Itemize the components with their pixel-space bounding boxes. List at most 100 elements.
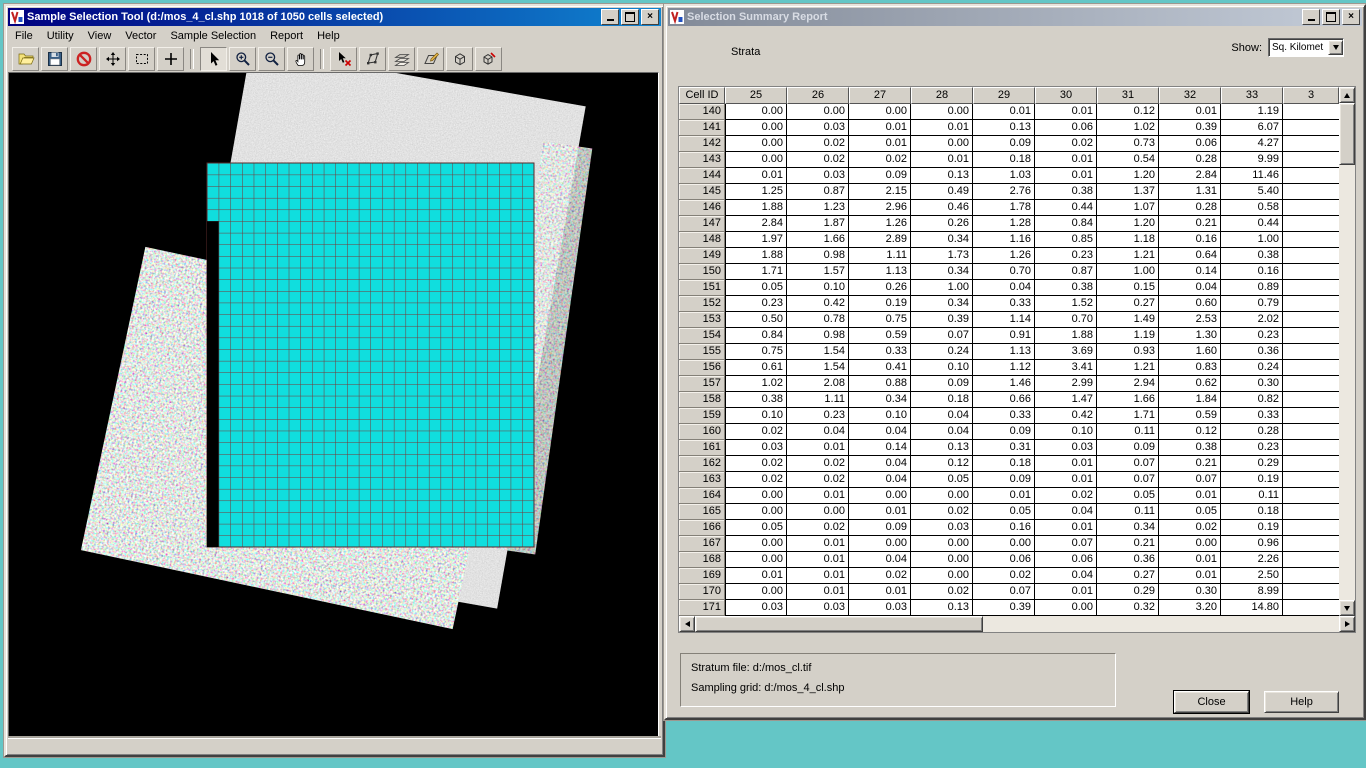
menu-file[interactable]: File (8, 27, 40, 45)
table-row[interactable]: 1420.000.020.010.000.090.020.730.064.27 (679, 136, 1339, 152)
minimize-button[interactable] (1302, 9, 1320, 25)
table-row[interactable]: 1571.022.080.880.091.462.992.940.620.30 (679, 376, 1339, 392)
cube-measure-button[interactable] (475, 47, 502, 71)
scroll-right-button[interactable] (1339, 616, 1355, 632)
minimize-button[interactable] (601, 9, 619, 25)
horizontal-scroll-track[interactable] (983, 616, 1339, 632)
table-row[interactable]: 1472.841.871.260.261.280.841.200.210.44 (679, 216, 1339, 232)
column-header[interactable]: 32 (1159, 87, 1221, 104)
menu-help[interactable]: Help (310, 27, 347, 45)
column-header[interactable]: 30 (1035, 87, 1097, 104)
table-row[interactable]: 1630.020.020.040.050.090.010.070.070.19 (679, 472, 1339, 488)
close-window-button[interactable]: × (641, 9, 659, 25)
cell-value: 1.12 (973, 360, 1035, 376)
fit-window-button[interactable] (99, 47, 126, 71)
pan-button[interactable] (287, 47, 314, 71)
column-header[interactable]: 26 (787, 87, 849, 104)
table-row[interactable]: 1510.050.100.261.000.040.380.150.040.89 (679, 280, 1339, 296)
region-button[interactable] (417, 47, 444, 71)
select-extent-button[interactable] (128, 47, 155, 71)
dropdown-arrow-icon[interactable] (1328, 40, 1343, 55)
table-row[interactable]: 1700.000.010.010.020.070.010.290.308.99 (679, 584, 1339, 600)
horizontal-scrollbar[interactable] (679, 616, 1355, 632)
table-row[interactable]: 1491.880.981.111.731.260.231.210.640.38 (679, 248, 1339, 264)
horizontal-scroll-thumb[interactable] (695, 616, 983, 632)
table-row[interactable]: 1400.000.000.000.000.010.010.120.011.19 (679, 104, 1339, 120)
report-titlebar[interactable]: Selection Summary Report × (668, 8, 1362, 26)
column-header[interactable]: 28 (911, 87, 973, 104)
zoom-in-button[interactable] (229, 47, 256, 71)
cell-value-clipped (1283, 568, 1339, 584)
scroll-up-button[interactable] (1339, 87, 1355, 103)
table-row[interactable]: 1461.881.232.960.461.780.441.070.280.58 (679, 200, 1339, 216)
vertical-scrollbar[interactable] (1339, 87, 1355, 616)
menu-report[interactable]: Report (263, 27, 310, 45)
column-header[interactable]: 25 (725, 87, 787, 104)
table-row[interactable]: 1620.020.020.040.120.180.010.070.210.29 (679, 456, 1339, 472)
pointer-button[interactable] (200, 47, 227, 71)
table-row[interactable]: 1430.000.020.020.010.180.010.540.289.99 (679, 152, 1339, 168)
cube-button[interactable] (446, 47, 473, 71)
table-row[interactable]: 1451.250.872.150.492.760.381.371.315.40 (679, 184, 1339, 200)
table-row[interactable]: 1600.020.040.040.040.090.100.110.120.28 (679, 424, 1339, 440)
maximize-button[interactable] (621, 9, 639, 25)
help-button[interactable]: Help (1264, 691, 1339, 713)
zoom-out-button[interactable] (258, 47, 285, 71)
map-canvas[interactable] (8, 72, 659, 737)
vertical-scroll-track[interactable] (1339, 165, 1355, 600)
scroll-down-button[interactable] (1339, 600, 1355, 616)
table-row[interactable]: 1410.000.030.010.010.130.061.020.396.07 (679, 120, 1339, 136)
table-row[interactable]: 1660.050.020.090.030.160.010.340.020.19 (679, 520, 1339, 536)
deselect-cells-button[interactable] (330, 47, 357, 71)
units-dropdown[interactable]: Sq. Kilomet (1268, 38, 1344, 57)
menu-view[interactable]: View (81, 27, 119, 45)
table-row[interactable]: 1710.030.030.030.130.390.000.323.2014.80 (679, 600, 1339, 616)
table-row[interactable]: 1501.711.571.130.340.700.871.000.140.16 (679, 264, 1339, 280)
column-header[interactable]: Cell ID (679, 87, 725, 104)
table-row[interactable]: 1481.971.662.890.341.160.851.180.161.00 (679, 232, 1339, 248)
table-row[interactable]: 1670.000.010.000.000.000.070.210.000.96 (679, 536, 1339, 552)
maximize-button[interactable] (1322, 9, 1340, 25)
cell-id: 142 (679, 136, 725, 152)
table-row[interactable]: 1680.000.010.040.000.060.060.360.012.26 (679, 552, 1339, 568)
column-header[interactable]: 27 (849, 87, 911, 104)
menu-sample-selection[interactable]: Sample Selection (163, 27, 263, 45)
table-row[interactable]: 1610.030.010.140.130.310.030.090.380.23 (679, 440, 1339, 456)
column-header[interactable]: 3 (1283, 87, 1339, 104)
menu-vector[interactable]: Vector (118, 27, 163, 45)
layers-button[interactable] (388, 47, 415, 71)
table-row[interactable]: 1520.230.420.190.340.331.520.270.600.79 (679, 296, 1339, 312)
column-header[interactable]: 29 (973, 87, 1035, 104)
polygon-button[interactable] (359, 47, 386, 71)
table-row[interactable]: 1690.010.010.020.000.020.040.270.012.50 (679, 568, 1339, 584)
vertical-scroll-thumb[interactable] (1339, 103, 1355, 165)
close-button[interactable]: Close (1174, 691, 1249, 713)
table-row[interactable]: 1590.100.230.100.040.330.421.710.590.33 (679, 408, 1339, 424)
stop-button[interactable] (70, 47, 97, 71)
crosshair-button[interactable] (157, 47, 184, 71)
table-row[interactable]: 1550.751.540.330.241.133.690.931.600.36 (679, 344, 1339, 360)
open-button[interactable] (12, 47, 39, 71)
summary-table-body[interactable]: 1400.000.000.000.000.010.010.120.011.191… (679, 104, 1339, 616)
menu-utility[interactable]: Utility (40, 27, 81, 45)
table-row[interactable]: 1530.500.780.750.391.140.701.492.532.02 (679, 312, 1339, 328)
table-row[interactable]: 1640.000.010.000.000.010.020.050.010.11 (679, 488, 1339, 504)
column-header[interactable]: 33 (1221, 87, 1283, 104)
cell-value: 0.84 (725, 328, 787, 344)
save-button[interactable] (41, 47, 68, 71)
table-row[interactable]: 1440.010.030.090.131.030.011.202.8411.46 (679, 168, 1339, 184)
cell-value: 0.09 (973, 472, 1035, 488)
cell-value: 0.33 (973, 296, 1035, 312)
table-row[interactable]: 1580.381.110.340.180.661.471.661.840.82 (679, 392, 1339, 408)
scroll-left-button[interactable] (679, 616, 695, 632)
cell-value: 0.14 (1159, 264, 1221, 280)
close-window-button[interactable]: × (1342, 9, 1360, 25)
sampling-grid[interactable] (207, 163, 534, 547)
cell-value: 0.44 (1221, 216, 1283, 232)
table-row[interactable]: 1560.611.540.410.101.123.411.210.830.24 (679, 360, 1339, 376)
column-header[interactable]: 31 (1097, 87, 1159, 104)
table-row[interactable]: 1650.000.000.010.020.050.040.110.050.18 (679, 504, 1339, 520)
table-row[interactable]: 1540.840.980.590.070.911.881.191.300.23 (679, 328, 1339, 344)
left-titlebar[interactable]: Sample Selection Tool (d:/mos_4_cl.shp 1… (8, 8, 661, 26)
cell-value: 0.00 (911, 568, 973, 584)
